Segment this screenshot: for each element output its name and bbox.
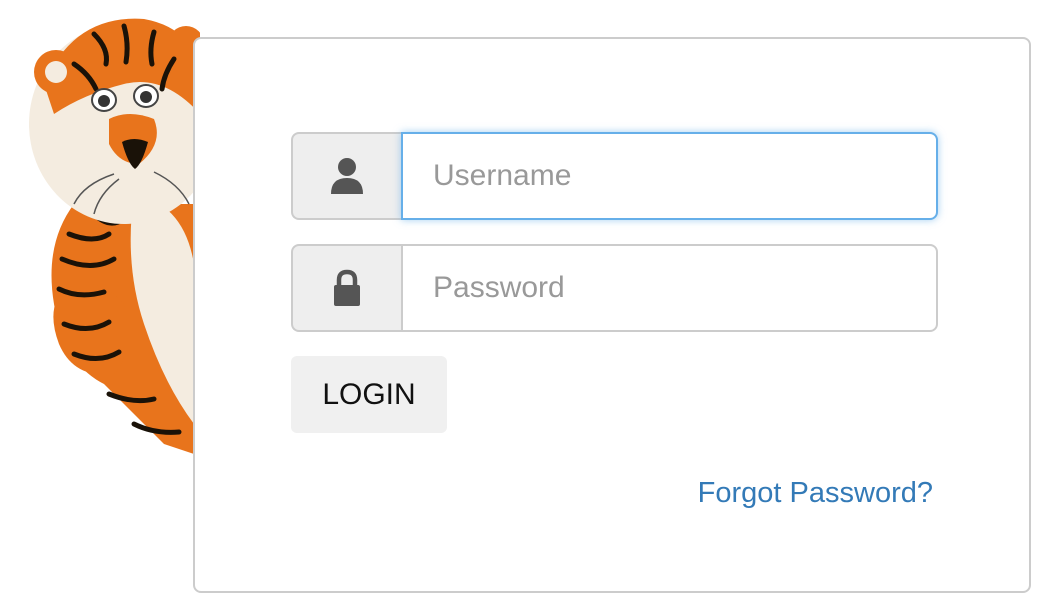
login-button[interactable]: LOGIN [291,356,447,433]
username-input-group [291,132,938,220]
username-input[interactable] [401,132,938,220]
password-input-group [291,244,938,332]
lock-icon [291,244,401,332]
password-input[interactable] [401,244,938,332]
user-icon [291,132,401,220]
login-page: LOGIN Forgot Password? [0,0,1059,613]
forgot-password-link[interactable]: Forgot Password? [698,477,933,510]
login-panel: LOGIN Forgot Password? [193,37,1031,593]
tiger-mascot-image [29,18,200,454]
